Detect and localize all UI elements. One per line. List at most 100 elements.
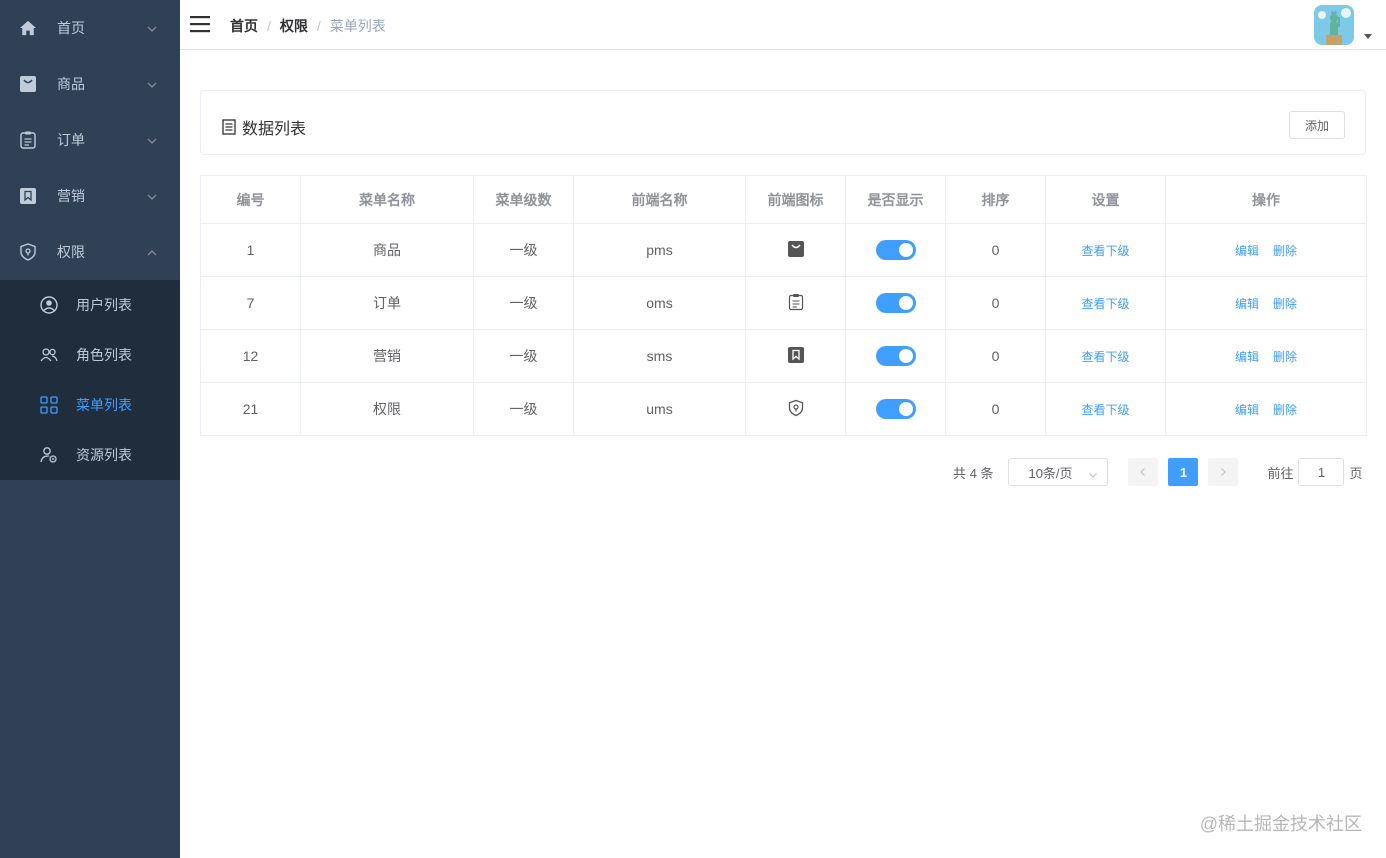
table-header-row: 编号 菜单名称 菜单级数 前端名称 前端图标 是否显示 排序 设置 操作 — [200, 175, 1367, 224]
delete-link[interactable]: 删除 — [1273, 350, 1297, 364]
users-icon — [40, 346, 58, 364]
sidebar-item-permissions[interactable]: 权限 — [0, 224, 180, 280]
edit-link[interactable]: 编辑 — [1235, 350, 1259, 364]
page-size-select[interactable]: 10条/页 — [1008, 458, 1109, 486]
cell-icon — [745, 223, 846, 277]
chevron-down-icon — [1088, 468, 1098, 483]
sidebar-item-label: 营销 — [57, 188, 85, 204]
sidebar-subitem-label: 菜单列表 — [76, 397, 132, 413]
cell-id: 12 — [200, 329, 301, 383]
jumper-prefix: 前往 — [1267, 465, 1294, 481]
breadcrumb-separator: / — [267, 18, 271, 34]
user-menu[interactable] — [1314, 5, 1372, 45]
cell-frontend-name: ums — [573, 382, 746, 436]
cell-setting: 查看下级 — [1045, 276, 1166, 330]
show-toggle[interactable] — [875, 399, 916, 419]
cell-icon — [745, 382, 846, 436]
view-children-link[interactable]: 查看下级 — [1081, 297, 1129, 311]
sidebar-subitem-resources[interactable]: 资源列表 — [0, 430, 180, 480]
pagination: 共 4 条 10条/页 1 前往 页 — [953, 458, 1363, 486]
cell-icon — [745, 276, 846, 330]
edit-link[interactable]: 编辑 — [1235, 403, 1259, 417]
cell-name: 权限 — [300, 382, 474, 436]
view-children-link[interactable]: 查看下级 — [1081, 244, 1129, 258]
sidebar-subitem-roles[interactable]: 角色列表 — [0, 330, 180, 380]
user-circle-icon — [40, 296, 58, 314]
caret-down-icon[interactable] — [1364, 34, 1372, 39]
jumper-suffix: 页 — [1349, 465, 1363, 481]
list-icon — [222, 119, 236, 135]
pagination-total: 共 4 条 — [953, 465, 994, 481]
column-header: 排序 — [945, 175, 1046, 224]
sidebar-subitem-menus[interactable]: 菜单列表 — [0, 380, 180, 430]
cell-name: 营销 — [300, 329, 474, 383]
sidebar-subitem-label: 资源列表 — [76, 447, 132, 463]
clipboard-icon — [787, 293, 805, 311]
prev-page-button[interactable] — [1128, 458, 1159, 486]
view-children-link[interactable]: 查看下级 — [1081, 403, 1129, 417]
cell-id: 21 — [200, 382, 301, 436]
show-toggle[interactable] — [875, 240, 916, 260]
page-number-button[interactable]: 1 — [1168, 458, 1199, 486]
cell-id: 1 — [200, 223, 301, 277]
cell-level: 一级 — [473, 329, 574, 383]
chevron-down-icon — [146, 78, 158, 90]
cell-setting: 查看下级 — [1045, 329, 1166, 383]
cell-shown — [845, 223, 946, 277]
cell-actions: 编辑 删除 — [1165, 382, 1367, 436]
avatar[interactable] — [1314, 5, 1354, 45]
table-row: 12 营销 一级 sms 0 查看下级 编辑 删除 — [200, 329, 1367, 383]
show-toggle[interactable] — [875, 346, 916, 366]
edit-link[interactable]: 编辑 — [1235, 244, 1259, 258]
cell-shown — [845, 382, 946, 436]
sidebar-item-products[interactable]: 商品 — [0, 56, 180, 112]
cell-setting: 查看下级 — [1045, 223, 1166, 277]
menu-table: 编号 菜单名称 菜单级数 前端名称 前端图标 是否显示 排序 设置 操作 1 商… — [200, 175, 1367, 436]
cell-sort: 0 — [945, 223, 1046, 277]
column-header: 设置 — [1045, 175, 1166, 224]
watermark: @稀土掘金技术社区 — [1199, 814, 1362, 834]
cell-frontend-name: pms — [573, 223, 746, 277]
cell-actions: 编辑 删除 — [1165, 276, 1367, 330]
card-title-text: 数据列表 — [242, 121, 307, 138]
delete-link[interactable]: 删除 — [1273, 403, 1297, 417]
cell-sort: 0 — [945, 382, 1046, 436]
page-jump-input[interactable] — [1298, 458, 1345, 486]
view-children-link[interactable]: 查看下级 — [1081, 350, 1129, 364]
sidebar-subitem-users[interactable]: 用户列表 — [0, 280, 180, 330]
clipboard-icon — [20, 131, 36, 149]
chevron-down-icon — [146, 134, 158, 146]
delete-link[interactable]: 删除 — [1273, 244, 1297, 258]
sidebar-item-marketing[interactable]: 营销 — [0, 168, 180, 224]
show-toggle[interactable] — [875, 293, 916, 313]
sidebar-subitem-label: 用户列表 — [76, 297, 132, 313]
breadcrumb-permissions[interactable]: 权限 — [280, 16, 308, 36]
shopping-bag-icon — [787, 240, 805, 258]
table-row: 21 权限 一级 ums 0 查看下级 编辑 删除 — [200, 382, 1367, 436]
cell-shown — [845, 276, 946, 330]
cell-level: 一级 — [473, 382, 574, 436]
chevron-right-icon — [1221, 468, 1227, 476]
column-header: 是否显示 — [845, 175, 946, 224]
table-row: 7 订单 一级 oms 0 查看下级 编辑 删除 — [200, 276, 1367, 330]
column-header: 编号 — [200, 175, 301, 224]
sidebar-item-home[interactable]: 首页 — [0, 0, 180, 56]
column-header: 前端名称 — [573, 175, 746, 224]
next-page-button[interactable] — [1208, 458, 1239, 486]
shield-icon — [787, 399, 805, 417]
cell-level: 一级 — [473, 276, 574, 330]
column-header: 操作 — [1165, 175, 1367, 224]
bookmark-icon — [787, 346, 805, 364]
edit-link[interactable]: 编辑 — [1235, 297, 1259, 311]
sidebar-item-orders[interactable]: 订单 — [0, 112, 180, 168]
add-button[interactable]: 添加 — [1289, 111, 1345, 139]
delete-link[interactable]: 删除 — [1273, 297, 1297, 311]
hamburger-menu-icon[interactable] — [190, 15, 210, 35]
home-icon — [20, 20, 36, 36]
cell-name: 商品 — [300, 223, 474, 277]
breadcrumb-home[interactable]: 首页 — [230, 16, 258, 36]
column-header: 菜单级数 — [473, 175, 574, 224]
breadcrumb-separator: / — [316, 18, 321, 34]
chevron-up-icon — [146, 246, 158, 258]
cell-frontend-name: sms — [573, 329, 746, 383]
